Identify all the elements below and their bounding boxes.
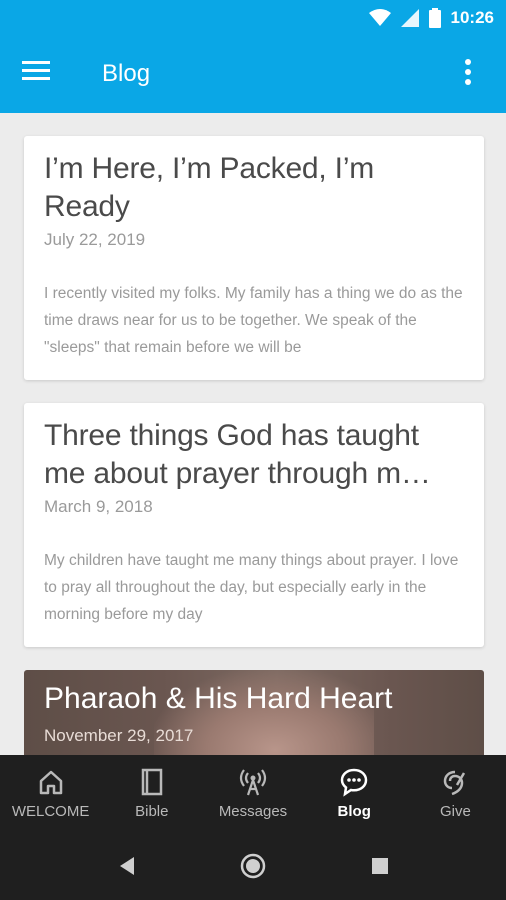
give-icon xyxy=(444,770,466,796)
more-vert-icon xyxy=(465,59,471,85)
post-date: November 29, 2017 xyxy=(44,726,194,745)
blog-post-card[interactable]: Three things God has taught me about pra… xyxy=(24,403,484,647)
blog-post-card[interactable]: I’m Here, I’m Packed, I’m Ready July 22,… xyxy=(24,136,484,380)
post-date: July 22, 2019 xyxy=(44,230,146,249)
nav-label: Give xyxy=(439,803,471,820)
nav-item-messages[interactable]: Messages xyxy=(202,755,303,832)
back-icon xyxy=(120,857,134,875)
broadcast-icon xyxy=(239,769,267,796)
home-icon xyxy=(39,770,62,795)
blog-list[interactable]: I’m Here, I’m Packed, I’m Ready July 22,… xyxy=(0,113,506,755)
status-time: 10:26 xyxy=(450,8,494,27)
bottom-navigation: WELCOME Bible Messages Blog Give xyxy=(0,755,506,832)
post-excerpt: My children have taught me many things a… xyxy=(44,552,459,623)
home-button[interactable] xyxy=(240,853,266,884)
post-title: I’m Here, I’m Packed, I’m Ready xyxy=(44,152,375,223)
nav-item-give[interactable]: Give xyxy=(405,755,506,832)
recents-button[interactable] xyxy=(371,857,389,880)
home-circle-icon xyxy=(240,853,266,879)
post-date: March 9, 2018 xyxy=(44,497,153,516)
nav-label: WELCOME xyxy=(11,803,90,820)
nav-item-welcome[interactable]: WELCOME xyxy=(0,755,101,832)
nav-item-blog[interactable]: Blog xyxy=(304,755,405,832)
nav-label: Blog xyxy=(337,803,371,820)
nav-label: Messages xyxy=(218,803,288,820)
post-title: Pharaoh & His Hard Heart xyxy=(44,682,393,715)
signal-icon xyxy=(400,9,419,27)
hamburger-menu-button[interactable] xyxy=(22,60,58,90)
nav-item-bible[interactable]: Bible xyxy=(101,755,202,832)
nav-label: Bible xyxy=(135,803,169,820)
hamburger-menu-icon xyxy=(22,61,50,80)
battery-icon xyxy=(428,8,441,28)
post-title: Three things God has taught me about pra… xyxy=(44,419,431,490)
book-icon xyxy=(141,768,163,796)
app-bar: Blog xyxy=(0,36,506,113)
system-navigation-bar xyxy=(0,832,506,900)
back-button[interactable] xyxy=(118,856,136,881)
status-bar: 10:26 xyxy=(0,0,506,36)
chat-bubble-icon xyxy=(340,768,368,797)
blog-post-image-card[interactable]: Pharaoh & His Hard Heart November 29, 20… xyxy=(24,670,484,755)
post-excerpt: I recently visited my folks. My family h… xyxy=(44,285,463,356)
recents-icon xyxy=(372,858,388,874)
page-title: Blog xyxy=(102,60,151,87)
wifi-icon xyxy=(368,9,391,26)
overflow-menu-button[interactable] xyxy=(464,58,488,92)
